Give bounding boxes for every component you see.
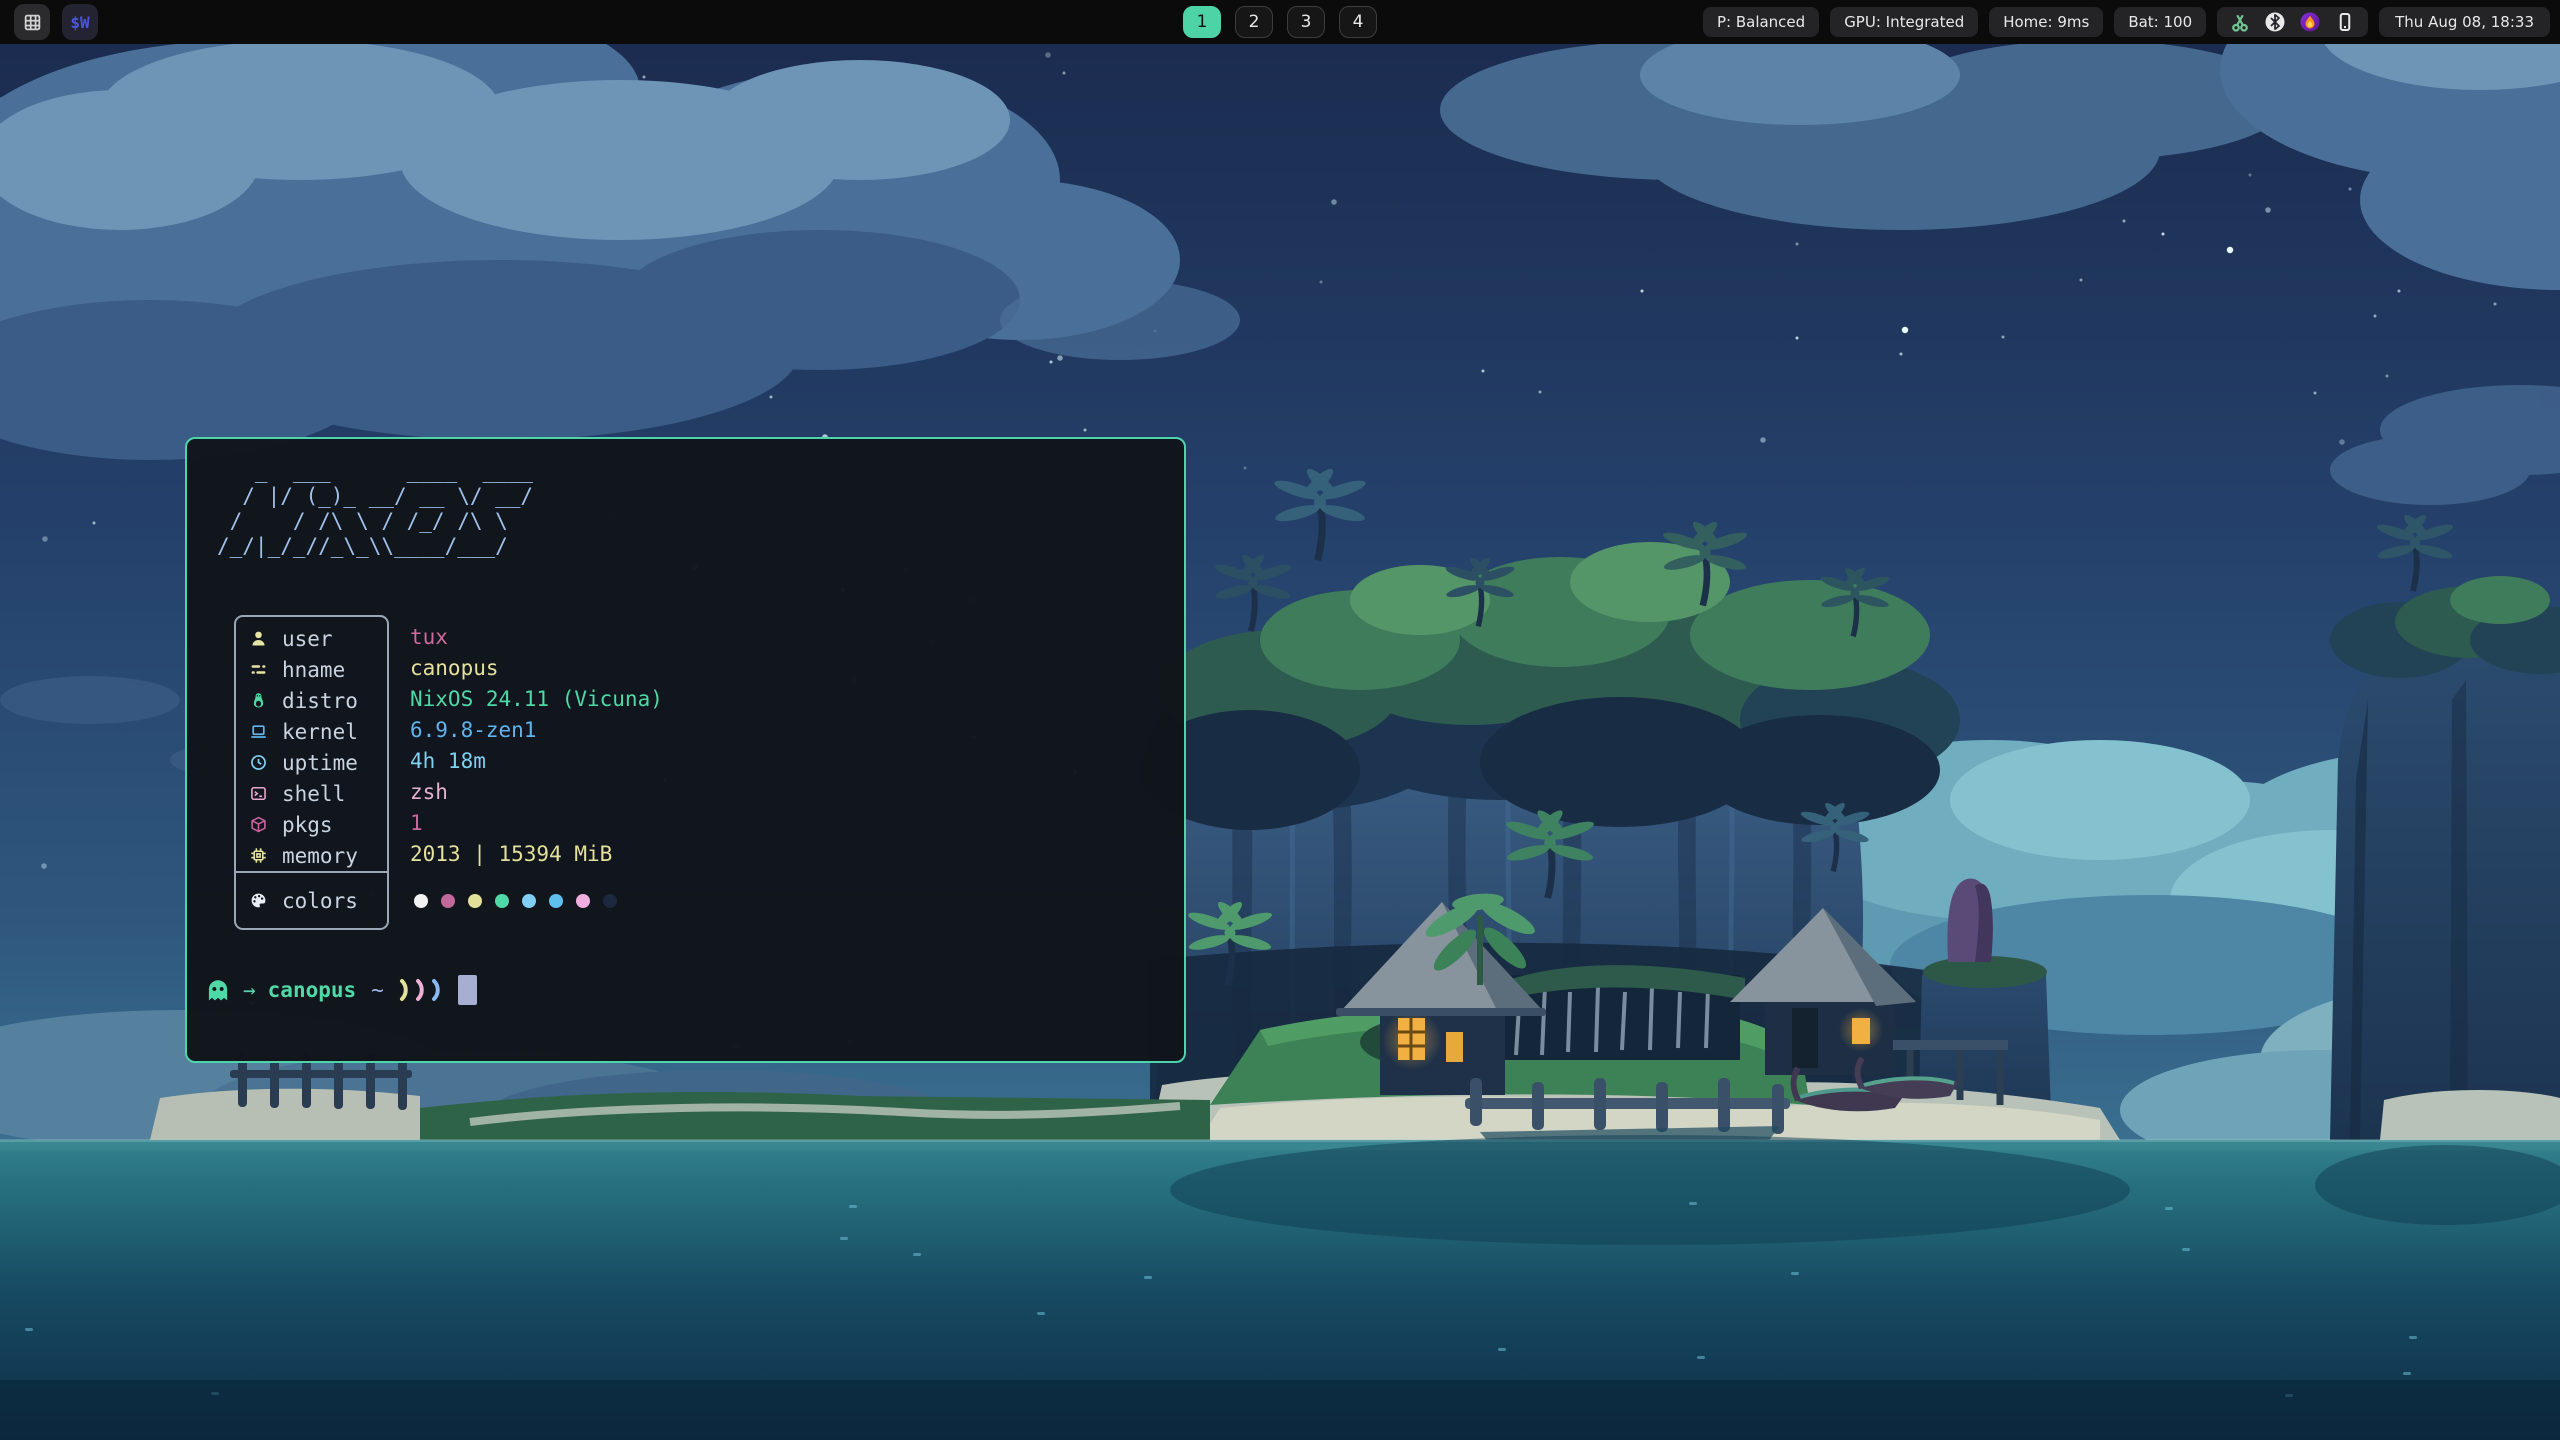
smartphone-icon[interactable] bbox=[2335, 12, 2355, 32]
workspace-button-4[interactable]: 4 bbox=[1339, 6, 1377, 38]
app-launcher-button[interactable] bbox=[14, 4, 50, 40]
fetch-label: shell bbox=[282, 782, 345, 806]
package-icon bbox=[247, 816, 269, 833]
bluetooth-icon[interactable] bbox=[2265, 12, 2285, 32]
prompt-chevrons bbox=[399, 978, 444, 1002]
fetch-label: memory bbox=[282, 844, 358, 868]
logo-button[interactable]: $W bbox=[62, 4, 98, 40]
grid-icon bbox=[23, 13, 42, 32]
clock-icon bbox=[247, 754, 269, 771]
color-dot bbox=[576, 894, 590, 908]
network-latency-indicator[interactable]: Home: 9ms bbox=[1989, 7, 2103, 37]
color-dot bbox=[603, 894, 617, 908]
battery-indicator[interactable]: Bat: 100 bbox=[2114, 7, 2206, 37]
scissors-icon[interactable] bbox=[2230, 12, 2250, 32]
system-tray bbox=[2217, 7, 2368, 37]
fetch-value: 1 bbox=[410, 807, 663, 838]
top-bar: $W 1 2 3 4 P: Balanced GPU: Integrated H… bbox=[0, 0, 2560, 44]
fetch-label: pkgs bbox=[282, 813, 333, 837]
fetch-row-hname: hname bbox=[236, 654, 387, 685]
fetch-row-colors: colors bbox=[236, 873, 387, 928]
chevron-right-icon bbox=[431, 978, 444, 1002]
color-dots bbox=[414, 871, 617, 930]
fetch-label: user bbox=[282, 627, 333, 651]
penguin-icon bbox=[247, 692, 269, 709]
gpu-indicator[interactable]: GPU: Integrated bbox=[1830, 7, 1978, 37]
fetch-row-kernel: kernel bbox=[236, 716, 387, 747]
chevron-right-icon bbox=[399, 978, 412, 1002]
fetch-value: zsh bbox=[410, 776, 663, 807]
fetch-row-memory: memory bbox=[236, 840, 387, 871]
terminal-icon bbox=[247, 785, 269, 802]
terminal-window[interactable]: _ ___ ____ ____ / |/ (_)_ __/ __ \/ __/ … bbox=[185, 437, 1186, 1063]
fastfetch-ascii-logo: _ ___ ____ ____ / |/ (_)_ __/ __ \/ __/ … bbox=[217, 459, 533, 559]
fetch-value: canopus bbox=[410, 652, 663, 683]
fetch-rows: user hname distro kernel bbox=[236, 617, 387, 871]
fetch-row-distro: distro bbox=[236, 685, 387, 716]
color-dot bbox=[414, 894, 428, 908]
chevron-right-icon bbox=[415, 978, 428, 1002]
fetch-row-shell: shell bbox=[236, 778, 387, 809]
top-bar-right: P: Balanced GPU: Integrated Home: 9ms Ba… bbox=[1703, 7, 2550, 37]
fetch-label: uptime bbox=[282, 751, 358, 775]
workspace-switcher: 1 2 3 4 bbox=[1183, 6, 1377, 38]
workspace-button-2[interactable]: 2 bbox=[1235, 6, 1273, 38]
prompt-cwd: ~ bbox=[371, 978, 384, 1002]
shell-prompt: → canopus ~ bbox=[205, 973, 477, 1007]
fetch-label: colors bbox=[282, 889, 358, 913]
color-dot bbox=[549, 894, 563, 908]
color-dot bbox=[495, 894, 509, 908]
workspace-button-3[interactable]: 3 bbox=[1287, 6, 1325, 38]
laptop-icon bbox=[247, 723, 269, 740]
clock[interactable]: Thu Aug 08, 18:33 bbox=[2379, 7, 2550, 37]
flame-icon[interactable] bbox=[2300, 12, 2320, 32]
list-icon bbox=[247, 661, 269, 678]
palette-icon bbox=[247, 892, 269, 909]
chip-icon bbox=[247, 847, 269, 864]
color-dot bbox=[522, 894, 536, 908]
fetch-row-pkgs: pkgs bbox=[236, 809, 387, 840]
prompt-arrow: → bbox=[243, 978, 256, 1002]
fetch-value: 2013 | 15394 MiB bbox=[410, 838, 663, 869]
logo-label: $W bbox=[70, 13, 89, 32]
terminal-cursor bbox=[458, 975, 477, 1005]
prompt-host: canopus bbox=[268, 978, 357, 1002]
fetch-label: hname bbox=[282, 658, 345, 682]
fetch-row-uptime: uptime bbox=[236, 747, 387, 778]
fetch-value: 6.9.8-zen1 bbox=[410, 714, 663, 745]
power-profile-indicator[interactable]: P: Balanced bbox=[1703, 7, 1819, 37]
fetch-label: distro bbox=[282, 689, 358, 713]
ghost-icon bbox=[205, 977, 231, 1003]
user-icon bbox=[247, 630, 269, 647]
fetch-value: tux bbox=[410, 621, 663, 652]
fetch-row-user: user bbox=[236, 623, 387, 654]
fetch-value: NixOS 24.11 (Vicuna) bbox=[410, 683, 663, 714]
color-dot bbox=[468, 894, 482, 908]
fastfetch-values: tux canopus NixOS 24.11 (Vicuna) 6.9.8-z… bbox=[410, 615, 663, 869]
color-dot bbox=[441, 894, 455, 908]
fetch-label: kernel bbox=[282, 720, 358, 744]
fastfetch-info-panel: user hname distro kernel bbox=[234, 615, 389, 930]
top-bar-left: $W bbox=[14, 4, 98, 40]
fetch-value: 4h 18m bbox=[410, 745, 663, 776]
workspace-button-1[interactable]: 1 bbox=[1183, 6, 1221, 38]
